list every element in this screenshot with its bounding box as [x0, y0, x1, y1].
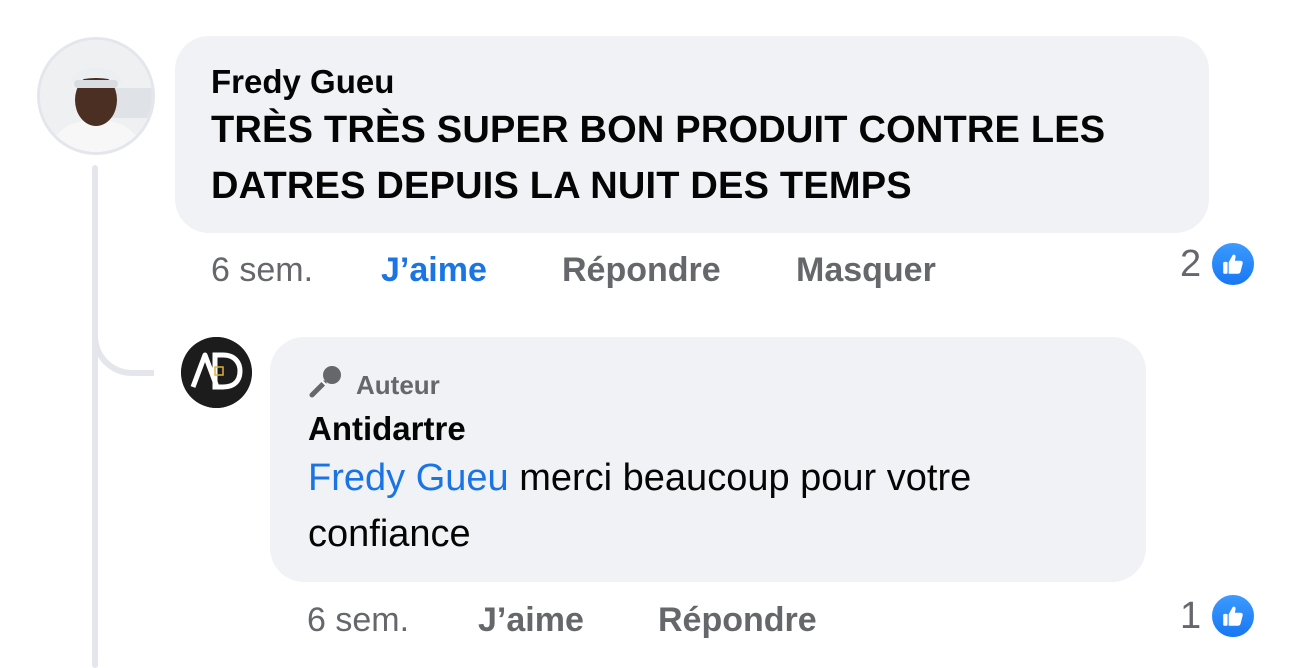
- reply-bubble: Auteur Antidartre Fredy Gueu merci beauc…: [270, 337, 1146, 582]
- reply-reaction-count: 1: [1180, 594, 1202, 637]
- like-button[interactable]: J’aime: [381, 251, 487, 290]
- microphone-icon: [308, 365, 344, 406]
- mention-link[interactable]: Fredy Gueu: [308, 457, 509, 499]
- thread-line: [92, 165, 98, 668]
- author-badge: Auteur: [308, 365, 440, 406]
- comment-text-line-1: TRÈS TRÈS SUPER BON PRODUIT CONTRE LES: [211, 109, 1106, 151]
- antidartre-logo-icon: [181, 337, 252, 408]
- hide-button[interactable]: Masquer: [796, 251, 936, 290]
- page-avatar[interactable]: [181, 337, 252, 408]
- comment-text-line-2: DATRES DEPUIS LA NUIT DES TEMPS: [211, 165, 912, 207]
- author-badge-label: Auteur: [356, 370, 440, 400]
- comment-author[interactable]: Fredy Gueu: [211, 63, 394, 101]
- reply-button[interactable]: Répondre: [562, 251, 721, 290]
- reply-reaction-summary[interactable]: 1: [1180, 592, 1258, 640]
- reply-reply-button[interactable]: Répondre: [658, 601, 817, 640]
- thread-connector: [92, 300, 154, 376]
- reaction-summary[interactable]: 2: [1180, 240, 1258, 288]
- avatar[interactable]: [37, 37, 155, 155]
- reaction-count: 2: [1180, 242, 1202, 285]
- reply-author[interactable]: Antidartre: [308, 410, 466, 448]
- reply-text-line-2: confiance: [308, 513, 471, 555]
- comment-thread: Fredy Gueu TRÈS TRÈS SUPER BON PRODUIT C…: [0, 0, 1290, 668]
- thumbs-up-icon: [1209, 592, 1258, 640]
- reply-text-line-1: Fredy Gueu merci beaucoup pour votre: [308, 450, 971, 506]
- profile-photo: [40, 40, 152, 152]
- reply-like-button[interactable]: J’aime: [478, 601, 584, 640]
- comment-bubble: Fredy Gueu TRÈS TRÈS SUPER BON PRODUIT C…: [175, 36, 1209, 233]
- thumbs-up-icon: [1209, 240, 1258, 288]
- reply-timestamp[interactable]: 6 sem.: [307, 601, 409, 640]
- reply-text: merci beaucoup pour votre: [508, 457, 972, 499]
- comment-timestamp[interactable]: 6 sem.: [211, 251, 313, 290]
